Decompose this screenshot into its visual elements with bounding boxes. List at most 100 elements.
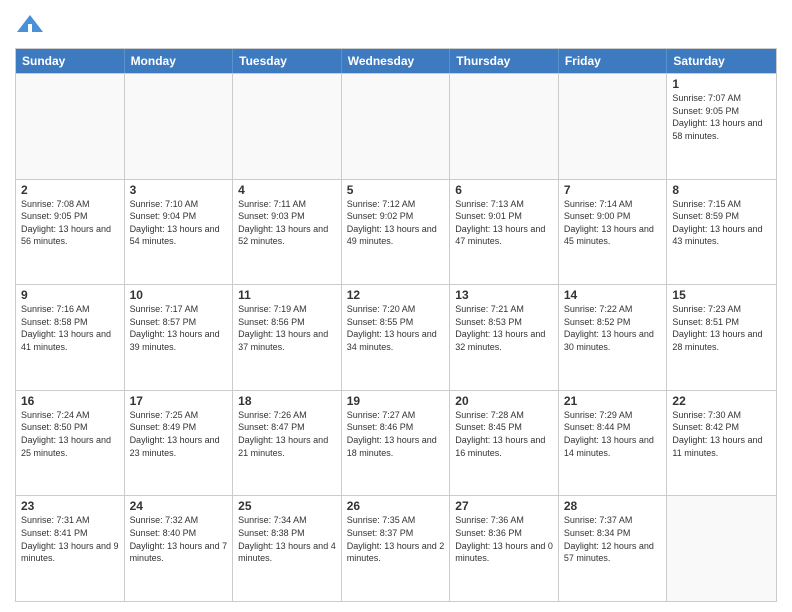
weekday-header-friday: Friday bbox=[559, 49, 668, 73]
calendar-row-2: 9Sunrise: 7:16 AM Sunset: 8:58 PM Daylig… bbox=[16, 284, 776, 390]
day-number: 10 bbox=[130, 288, 228, 302]
day-number: 21 bbox=[564, 394, 662, 408]
calendar-cell-2-5: 14Sunrise: 7:22 AM Sunset: 8:52 PM Dayli… bbox=[559, 285, 668, 390]
day-number: 4 bbox=[238, 183, 336, 197]
calendar-cell-4-2: 25Sunrise: 7:34 AM Sunset: 8:38 PM Dayli… bbox=[233, 496, 342, 601]
calendar-cell-3-3: 19Sunrise: 7:27 AM Sunset: 8:46 PM Dayli… bbox=[342, 391, 451, 496]
calendar-cell-1-0: 2Sunrise: 7:08 AM Sunset: 9:05 PM Daylig… bbox=[16, 180, 125, 285]
calendar-cell-0-4 bbox=[450, 74, 559, 179]
day-number: 16 bbox=[21, 394, 119, 408]
calendar-cell-4-6 bbox=[667, 496, 776, 601]
day-number: 9 bbox=[21, 288, 119, 302]
page: SundayMondayTuesdayWednesdayThursdayFrid… bbox=[0, 0, 792, 612]
day-info: Sunrise: 7:12 AM Sunset: 9:02 PM Dayligh… bbox=[347, 198, 445, 248]
day-number: 26 bbox=[347, 499, 445, 513]
weekday-header-monday: Monday bbox=[125, 49, 234, 73]
calendar-cell-1-3: 5Sunrise: 7:12 AM Sunset: 9:02 PM Daylig… bbox=[342, 180, 451, 285]
calendar-cell-4-3: 26Sunrise: 7:35 AM Sunset: 8:37 PM Dayli… bbox=[342, 496, 451, 601]
day-info: Sunrise: 7:37 AM Sunset: 8:34 PM Dayligh… bbox=[564, 514, 662, 564]
calendar-cell-2-2: 11Sunrise: 7:19 AM Sunset: 8:56 PM Dayli… bbox=[233, 285, 342, 390]
calendar-cell-3-5: 21Sunrise: 7:29 AM Sunset: 8:44 PM Dayli… bbox=[559, 391, 668, 496]
calendar-cell-3-4: 20Sunrise: 7:28 AM Sunset: 8:45 PM Dayli… bbox=[450, 391, 559, 496]
calendar-body: 1Sunrise: 7:07 AM Sunset: 9:05 PM Daylig… bbox=[16, 73, 776, 601]
day-info: Sunrise: 7:19 AM Sunset: 8:56 PM Dayligh… bbox=[238, 303, 336, 353]
day-info: Sunrise: 7:25 AM Sunset: 8:49 PM Dayligh… bbox=[130, 409, 228, 459]
calendar-cell-3-6: 22Sunrise: 7:30 AM Sunset: 8:42 PM Dayli… bbox=[667, 391, 776, 496]
day-number: 8 bbox=[672, 183, 771, 197]
day-info: Sunrise: 7:35 AM Sunset: 8:37 PM Dayligh… bbox=[347, 514, 445, 564]
calendar-cell-3-1: 17Sunrise: 7:25 AM Sunset: 8:49 PM Dayli… bbox=[125, 391, 234, 496]
day-info: Sunrise: 7:23 AM Sunset: 8:51 PM Dayligh… bbox=[672, 303, 771, 353]
day-info: Sunrise: 7:27 AM Sunset: 8:46 PM Dayligh… bbox=[347, 409, 445, 459]
day-info: Sunrise: 7:24 AM Sunset: 8:50 PM Dayligh… bbox=[21, 409, 119, 459]
weekday-header-saturday: Saturday bbox=[667, 49, 776, 73]
day-number: 12 bbox=[347, 288, 445, 302]
day-info: Sunrise: 7:16 AM Sunset: 8:58 PM Dayligh… bbox=[21, 303, 119, 353]
calendar-row-0: 1Sunrise: 7:07 AM Sunset: 9:05 PM Daylig… bbox=[16, 73, 776, 179]
calendar-row-4: 23Sunrise: 7:31 AM Sunset: 8:41 PM Dayli… bbox=[16, 495, 776, 601]
day-number: 2 bbox=[21, 183, 119, 197]
day-info: Sunrise: 7:17 AM Sunset: 8:57 PM Dayligh… bbox=[130, 303, 228, 353]
day-number: 7 bbox=[564, 183, 662, 197]
day-info: Sunrise: 7:32 AM Sunset: 8:40 PM Dayligh… bbox=[130, 514, 228, 564]
day-info: Sunrise: 7:31 AM Sunset: 8:41 PM Dayligh… bbox=[21, 514, 119, 564]
day-info: Sunrise: 7:14 AM Sunset: 9:00 PM Dayligh… bbox=[564, 198, 662, 248]
logo bbox=[15, 10, 49, 40]
weekday-header-tuesday: Tuesday bbox=[233, 49, 342, 73]
calendar-cell-0-1 bbox=[125, 74, 234, 179]
calendar-cell-0-0 bbox=[16, 74, 125, 179]
calendar: SundayMondayTuesdayWednesdayThursdayFrid… bbox=[15, 48, 777, 602]
day-number: 1 bbox=[672, 77, 771, 91]
header bbox=[15, 10, 777, 40]
calendar-cell-0-6: 1Sunrise: 7:07 AM Sunset: 9:05 PM Daylig… bbox=[667, 74, 776, 179]
calendar-cell-1-5: 7Sunrise: 7:14 AM Sunset: 9:00 PM Daylig… bbox=[559, 180, 668, 285]
day-info: Sunrise: 7:08 AM Sunset: 9:05 PM Dayligh… bbox=[21, 198, 119, 248]
day-number: 18 bbox=[238, 394, 336, 408]
day-info: Sunrise: 7:20 AM Sunset: 8:55 PM Dayligh… bbox=[347, 303, 445, 353]
day-number: 5 bbox=[347, 183, 445, 197]
day-info: Sunrise: 7:13 AM Sunset: 9:01 PM Dayligh… bbox=[455, 198, 553, 248]
weekday-header-sunday: Sunday bbox=[16, 49, 125, 73]
day-number: 19 bbox=[347, 394, 445, 408]
day-number: 28 bbox=[564, 499, 662, 513]
day-number: 3 bbox=[130, 183, 228, 197]
day-number: 24 bbox=[130, 499, 228, 513]
calendar-cell-3-2: 18Sunrise: 7:26 AM Sunset: 8:47 PM Dayli… bbox=[233, 391, 342, 496]
day-number: 22 bbox=[672, 394, 771, 408]
day-number: 11 bbox=[238, 288, 336, 302]
calendar-cell-1-2: 4Sunrise: 7:11 AM Sunset: 9:03 PM Daylig… bbox=[233, 180, 342, 285]
day-number: 25 bbox=[238, 499, 336, 513]
day-info: Sunrise: 7:28 AM Sunset: 8:45 PM Dayligh… bbox=[455, 409, 553, 459]
day-number: 15 bbox=[672, 288, 771, 302]
calendar-cell-0-2 bbox=[233, 74, 342, 179]
calendar-cell-2-3: 12Sunrise: 7:20 AM Sunset: 8:55 PM Dayli… bbox=[342, 285, 451, 390]
calendar-cell-4-5: 28Sunrise: 7:37 AM Sunset: 8:34 PM Dayli… bbox=[559, 496, 668, 601]
weekday-header-wednesday: Wednesday bbox=[342, 49, 451, 73]
calendar-cell-4-0: 23Sunrise: 7:31 AM Sunset: 8:41 PM Dayli… bbox=[16, 496, 125, 601]
day-number: 23 bbox=[21, 499, 119, 513]
calendar-cell-1-1: 3Sunrise: 7:10 AM Sunset: 9:04 PM Daylig… bbox=[125, 180, 234, 285]
calendar-cell-1-4: 6Sunrise: 7:13 AM Sunset: 9:01 PM Daylig… bbox=[450, 180, 559, 285]
calendar-header: SundayMondayTuesdayWednesdayThursdayFrid… bbox=[16, 49, 776, 73]
calendar-cell-2-4: 13Sunrise: 7:21 AM Sunset: 8:53 PM Dayli… bbox=[450, 285, 559, 390]
day-info: Sunrise: 7:10 AM Sunset: 9:04 PM Dayligh… bbox=[130, 198, 228, 248]
calendar-row-3: 16Sunrise: 7:24 AM Sunset: 8:50 PM Dayli… bbox=[16, 390, 776, 496]
calendar-cell-0-5 bbox=[559, 74, 668, 179]
day-info: Sunrise: 7:36 AM Sunset: 8:36 PM Dayligh… bbox=[455, 514, 553, 564]
day-number: 27 bbox=[455, 499, 553, 513]
day-number: 17 bbox=[130, 394, 228, 408]
day-info: Sunrise: 7:34 AM Sunset: 8:38 PM Dayligh… bbox=[238, 514, 336, 564]
calendar-cell-2-6: 15Sunrise: 7:23 AM Sunset: 8:51 PM Dayli… bbox=[667, 285, 776, 390]
day-info: Sunrise: 7:22 AM Sunset: 8:52 PM Dayligh… bbox=[564, 303, 662, 353]
calendar-row-1: 2Sunrise: 7:08 AM Sunset: 9:05 PM Daylig… bbox=[16, 179, 776, 285]
day-number: 6 bbox=[455, 183, 553, 197]
day-info: Sunrise: 7:07 AM Sunset: 9:05 PM Dayligh… bbox=[672, 92, 771, 142]
calendar-cell-4-1: 24Sunrise: 7:32 AM Sunset: 8:40 PM Dayli… bbox=[125, 496, 234, 601]
day-number: 14 bbox=[564, 288, 662, 302]
calendar-cell-0-3 bbox=[342, 74, 451, 179]
calendar-cell-4-4: 27Sunrise: 7:36 AM Sunset: 8:36 PM Dayli… bbox=[450, 496, 559, 601]
weekday-header-thursday: Thursday bbox=[450, 49, 559, 73]
day-info: Sunrise: 7:29 AM Sunset: 8:44 PM Dayligh… bbox=[564, 409, 662, 459]
day-number: 20 bbox=[455, 394, 553, 408]
day-info: Sunrise: 7:15 AM Sunset: 8:59 PM Dayligh… bbox=[672, 198, 771, 248]
